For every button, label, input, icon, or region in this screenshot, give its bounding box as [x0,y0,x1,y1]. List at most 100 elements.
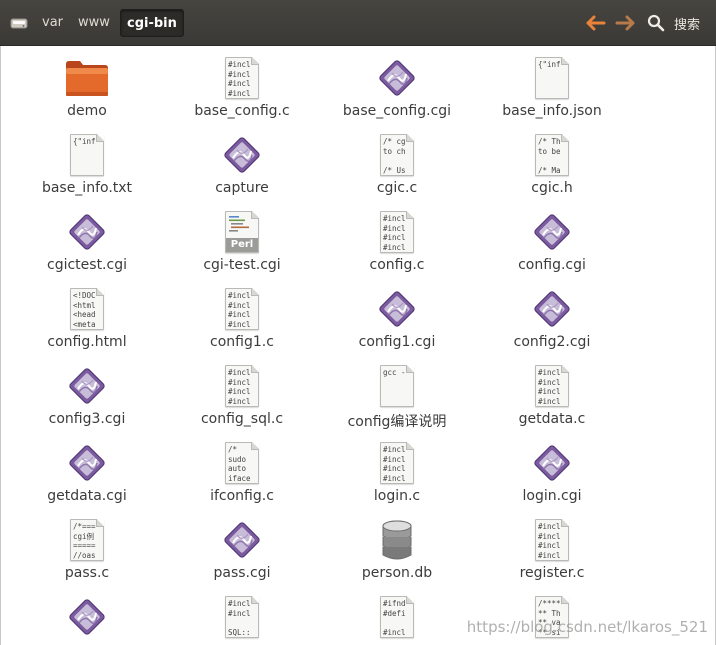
executable-icon [218,131,266,179]
executable-icon [63,593,111,641]
text-file-icon: /* Th to be /* Ma [528,131,576,179]
file-name: login.c [373,488,421,504]
file-preview-text: #incl #incl #incl #incl [538,522,561,560]
executable-icon [528,285,576,333]
file-item[interactable]: #ifnd #defi #incl [322,587,472,645]
file-item[interactable]: /* Th to be /* Ma cgic.h [477,125,627,201]
file-item[interactable]: #incl #incl SQL:: [167,587,317,645]
file-item[interactable]: config2.cgi [477,279,627,355]
file-item[interactable]: gcc - config编译说明 [322,356,472,432]
executable-icon [63,362,111,410]
file-name: base_config.cgi [342,103,452,119]
file-name: config.cgi [518,257,586,273]
forward-arrow-icon[interactable] [614,12,636,34]
text-file-icon: #incl #incl #incl #incl [528,362,576,410]
file-item[interactable]: config3.cgi [12,356,162,432]
file-preview-text: /* sudo auto iface [228,445,251,483]
file-name: register.c [519,565,585,581]
file-name: config2.cgi [513,334,591,350]
file-icon-view[interactable]: demo #incl #incl #incl #incl base_config.c… [0,46,716,645]
search-icon[interactable] [646,12,666,34]
perl-badge: Perl [226,238,258,252]
file-name: pass.cgi [213,565,271,581]
file-name: base_info.txt [41,180,133,196]
executable-icon [528,208,576,256]
file-preview-text: #incl #incl #incl #incl [228,368,251,406]
file-preview-text: #incl #incl #incl #incl [383,445,406,483]
breadcrumb-www[interactable]: www [72,9,116,37]
executable-icon [63,439,111,487]
file-preview-text: /**** ** Th ** va ** si [538,599,561,637]
file-item[interactable]: {"inf base_info.txt [12,125,162,201]
drive-icon[interactable] [6,9,32,37]
file-preview-text: #incl #incl #incl #incl [228,60,251,98]
breadcrumb-var[interactable]: var [36,9,69,37]
breadcrumb-cgi-bin[interactable]: cgi-bin [120,9,184,37]
text-file-icon: /* sudo auto iface [218,439,266,487]
file-name: cgic.c [376,180,418,196]
file-item[interactable]: #incl #incl #incl #incl login.c [322,433,472,509]
file-item[interactable]: #incl #incl #incl #incl register.c [477,510,627,586]
file-preview-text: {"inf [73,137,96,146]
folder-icon [63,54,111,102]
file-item[interactable]: {"inf base_info.json [477,48,627,124]
search-label[interactable]: 搜索 [674,14,700,33]
file-item[interactable]: /*=== cgi例 ===== //oas pass.c [12,510,162,586]
file-name: login.cgi [522,488,582,504]
file-item[interactable]: cgictest.cgi [12,202,162,278]
text-file-icon: {"inf [528,54,576,102]
file-name: ifconfig.c [210,488,274,504]
file-name: base_info.json [502,103,602,119]
text-file-icon: {"inf [63,131,111,179]
text-file-icon: #incl #incl #incl #incl [373,439,421,487]
file-item[interactable]: base_config.cgi [322,48,472,124]
file-preview-text: #incl #incl #incl #incl [228,291,251,329]
back-arrow-icon[interactable] [585,12,607,34]
text-file-icon: <!DOC <html <head <meta [63,285,111,333]
file-name: cgictest.cgi [47,257,127,273]
file-preview-text: /* Th to be /* Ma [538,137,561,175]
text-file-icon: #incl #incl SQL:: [218,593,266,641]
file-name: cgi-test.cgi [203,257,281,273]
file-item[interactable]: #incl #incl #incl #incl config.c [322,202,472,278]
file-item[interactable]: <!DOC <html <head <meta config.html [12,279,162,355]
file-item[interactable]: #incl #incl #incl #incl base_config.c [167,48,317,124]
text-file-icon: #incl #incl #incl #incl [373,208,421,256]
file-name: config1.c [210,334,274,350]
file-name: capture [215,180,269,196]
file-name: cgic.h [531,180,573,196]
file-preview-text: <!DOC <html <head <meta [73,291,96,329]
executable-icon [63,208,111,256]
text-file-icon: /* cg to ch /* Us [373,131,421,179]
file-item[interactable]: config.cgi [477,202,627,278]
text-file-icon: #incl #incl #incl #incl [218,54,266,102]
file-item[interactable]: getdata.cgi [12,433,162,509]
file-name: person.db [361,565,433,581]
file-item[interactable]: #incl #incl #incl #incl config_sql.c [167,356,317,432]
file-item[interactable]: #incl #incl #incl #incl config1.c [167,279,317,355]
executable-icon [373,54,421,102]
file-item[interactable] [12,587,162,645]
database-icon [373,516,421,564]
file-preview-text: gcc - [383,368,406,377]
file-item[interactable]: pass.cgi [167,510,317,586]
text-file-icon: /*=== cgi例 ===== //oas [63,516,111,564]
file-name: config_sql.c [200,411,284,427]
file-item[interactable]: Perl cgi-test.cgi [167,202,317,278]
file-name: config.html [47,334,127,350]
file-name: getdata.c [518,411,586,427]
file-item[interactable]: #incl #incl #incl #incl getdata.c [477,356,627,432]
file-item[interactable]: capture [167,125,317,201]
file-item[interactable]: /* sudo auto iface ifconfig.c [167,433,317,509]
file-item[interactable]: login.cgi [477,433,627,509]
file-item[interactable]: person.db [322,510,472,586]
file-item[interactable]: demo [12,48,162,124]
file-item[interactable]: /* cg to ch /* Us cgic.c [322,125,472,201]
text-file-icon: gcc - [373,362,421,410]
file-item[interactable]: /**** ** Th ** va ** si [477,587,627,645]
text-file-icon: #incl #incl #incl #incl [218,285,266,333]
file-item[interactable]: config1.cgi [322,279,472,355]
file-preview-text: #ifnd #defi #incl [383,599,406,637]
file-name: base_config.c [194,103,290,119]
text-file-icon: #ifnd #defi #incl [373,593,421,641]
